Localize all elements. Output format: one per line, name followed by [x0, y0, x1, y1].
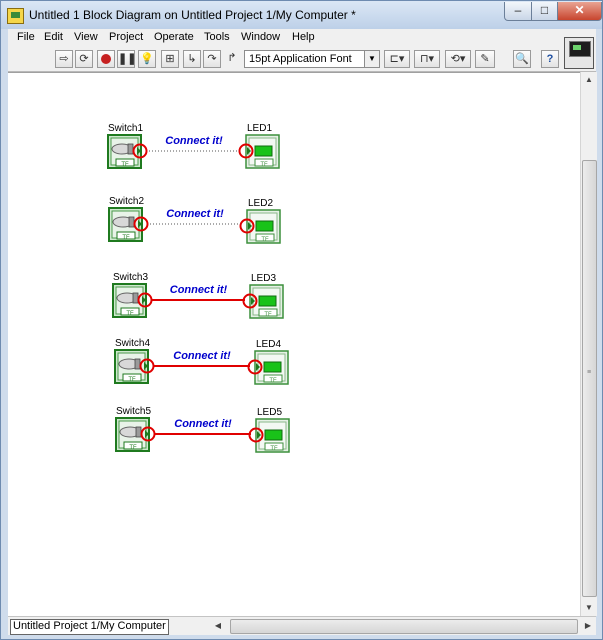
- step-out-icon[interactable]: ↱: [223, 50, 241, 68]
- switch-label: Switch1: [108, 123, 143, 134]
- window-title: Untitled 1 Block Diagram on Untitled Pro…: [29, 8, 356, 22]
- scroll-down-icon[interactable]: ▼: [581, 600, 597, 616]
- vertical-scrollbar[interactable]: ▲ ≡ ▼: [580, 72, 597, 616]
- scroll-right-icon[interactable]: ▶: [580, 618, 596, 634]
- led-label: LED3: [251, 273, 276, 284]
- align-objects-icon[interactable]: ⊏▾: [384, 50, 410, 68]
- menu-help[interactable]: Help: [292, 31, 315, 43]
- help-icon[interactable]: ?: [541, 50, 559, 68]
- minimize-button[interactable]: –: [504, 2, 532, 21]
- pause-icon[interactable]: ❚❚: [117, 50, 136, 68]
- switch-tf-label: TF: [122, 235, 130, 241]
- horizontal-scroll-thumb[interactable]: [230, 619, 578, 634]
- led-tf-label: TF: [269, 378, 277, 384]
- status-bar: Untitled Project 1/My Computer ◀ ▶: [8, 616, 596, 635]
- menu-view[interactable]: View: [74, 31, 98, 43]
- step-into-icon[interactable]: ↳: [183, 50, 201, 68]
- highlight-execution-icon[interactable]: 💡: [138, 50, 156, 68]
- clean-up-diagram-icon[interactable]: ✎: [475, 50, 495, 68]
- toolbar: ⇨ ⟳ ❚❚ 💡 ⊞ ↳ ↷ ↱ 15pt Application Font ▼…: [8, 47, 596, 72]
- context-help-icon[interactable]: [564, 37, 594, 69]
- led-tf-label: TF: [260, 162, 268, 168]
- switch-label: Switch4: [115, 338, 150, 349]
- menu-project[interactable]: Project: [109, 31, 143, 43]
- switch-tf-label: TF: [126, 311, 134, 317]
- block-diagram-canvas[interactable]: TF TF Switch1 LED1 Connect it! TF TF Switch2 LED…: [8, 72, 580, 617]
- switch-label: Switch5: [116, 406, 151, 417]
- led-label: LED1: [247, 123, 272, 134]
- led-terminal-2[interactable]: [239, 209, 281, 244]
- led-label: LED2: [248, 198, 273, 209]
- switch-tf-label: TF: [121, 162, 129, 168]
- reorder-icon[interactable]: ⟲▾: [445, 50, 471, 68]
- led-terminal-3[interactable]: [242, 284, 284, 319]
- run-arrow-icon[interactable]: ⇨: [55, 50, 73, 68]
- menu-file[interactable]: File: [17, 31, 35, 43]
- terminal-pair-1: TF TF Switch1 LED1 Connect it!: [107, 123, 280, 169]
- project-path[interactable]: Untitled Project 1/My Computer: [10, 619, 169, 635]
- close-button[interactable]: ✕: [557, 2, 602, 21]
- led-label: LED5: [257, 407, 282, 418]
- switch-label: Switch2: [109, 196, 144, 207]
- abort-icon[interactable]: [97, 50, 115, 68]
- terminal-pairs: TF TF Switch1 LED1 Connect it! TF TF Switch2 LED…: [107, 123, 290, 453]
- connect-it-label: Connect it!: [166, 208, 224, 220]
- led-label: LED4: [256, 339, 281, 350]
- terminal-pair-5: TF TF Switch5 LED5 Connect it!: [115, 406, 290, 453]
- scroll-left-icon[interactable]: ◀: [210, 618, 226, 634]
- maximize-button[interactable]: □: [531, 2, 558, 21]
- chevron-down-icon: ▼: [364, 51, 379, 67]
- led-tf-label: TF: [264, 312, 272, 318]
- terminal-pair-3: TF TF Switch3 LED3 Connect it!: [112, 272, 284, 319]
- menu-window[interactable]: Window: [241, 31, 280, 43]
- led-terminal-5[interactable]: [248, 418, 290, 453]
- run-continuously-icon[interactable]: ⟳: [75, 50, 93, 68]
- vertical-scroll-thumb[interactable]: ≡: [582, 160, 597, 597]
- led-tf-label: TF: [270, 446, 278, 452]
- connect-it-label: Connect it!: [173, 350, 231, 362]
- retain-wire-values-icon[interactable]: ⊞: [161, 50, 179, 68]
- terminal-pair-4: TF TF Switch4 LED4 Connect it!: [114, 338, 289, 385]
- diagram-svg: TF TF Switch1 LED1 Connect it! TF TF Switch2 LED…: [107, 123, 290, 453]
- connect-it-label: Connect it!: [170, 284, 228, 296]
- horizontal-scrollbar[interactable]: ◀ ▶: [210, 618, 596, 634]
- block-diagram-window: Untitled 1 Block Diagram on Untitled Pro…: [0, 0, 603, 640]
- labview-app-icon[interactable]: [7, 8, 24, 24]
- led-terminal-4[interactable]: [247, 350, 289, 385]
- menu-tools[interactable]: Tools: [204, 31, 230, 43]
- switch-tf-label: TF: [128, 377, 136, 383]
- step-over-icon[interactable]: ↷: [203, 50, 221, 68]
- font-select-value: 15pt Application Font: [249, 53, 352, 65]
- scroll-up-icon[interactable]: ▲: [581, 72, 597, 88]
- search-icon[interactable]: 🔍: [513, 50, 531, 68]
- menu-bar: File Edit View Project Operate Tools Win…: [8, 29, 596, 47]
- led-tf-label: TF: [261, 237, 269, 243]
- font-select[interactable]: 15pt Application Font ▼: [244, 50, 380, 68]
- switch-tf-label: TF: [129, 445, 137, 451]
- switch-label: Switch3: [113, 272, 148, 283]
- menu-operate[interactable]: Operate: [154, 31, 194, 43]
- connect-it-label: Connect it!: [174, 418, 232, 430]
- connect-it-label: Connect it!: [165, 135, 223, 147]
- distribute-objects-icon[interactable]: ⊓▾: [414, 50, 440, 68]
- terminal-pair-2: TF TF Switch2 LED2 Connect it!: [108, 196, 281, 244]
- led-terminal-1[interactable]: [238, 134, 280, 169]
- title-bar[interactable]: Untitled 1 Block Diagram on Untitled Pro…: [1, 1, 602, 29]
- menu-edit[interactable]: Edit: [44, 31, 63, 43]
